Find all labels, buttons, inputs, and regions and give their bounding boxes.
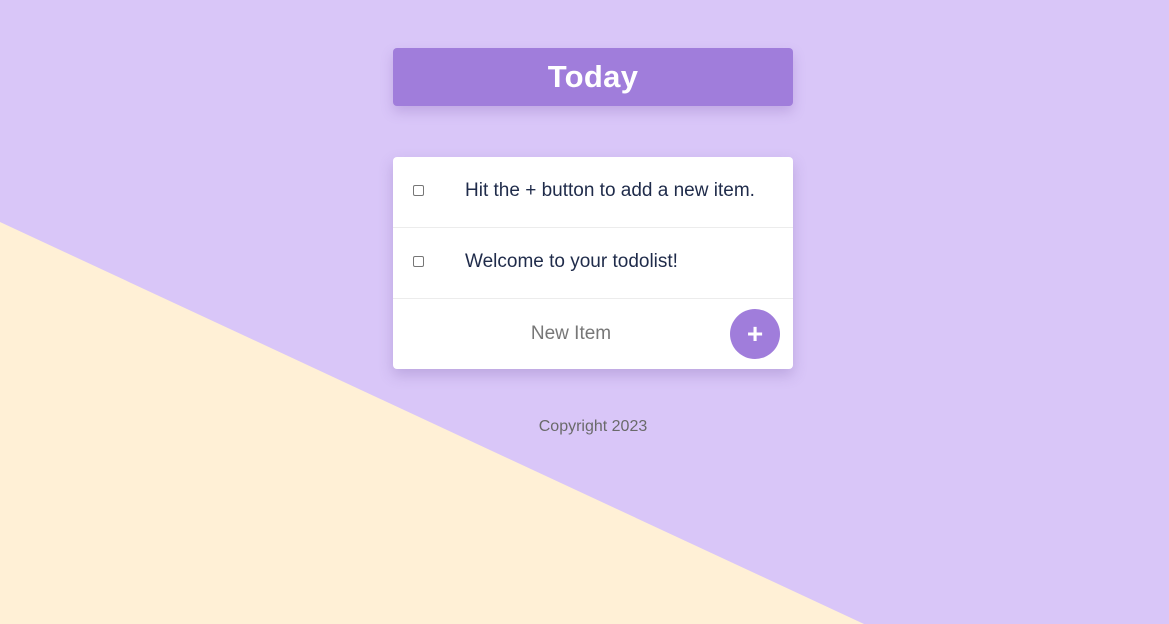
new-item-row: + [393, 299, 793, 369]
title-banner: Today [393, 48, 793, 106]
list-item: Welcome to your todolist! [393, 228, 793, 299]
item-text: Welcome to your todolist! [465, 251, 678, 272]
item-checkbox[interactable] [413, 256, 424, 267]
todo-list: Hit the + button to add a new item. Welc… [393, 157, 793, 369]
new-item-input[interactable] [393, 299, 749, 369]
page-title: Today [547, 59, 639, 94]
item-text: Hit the + button to add a new item. [465, 180, 755, 201]
copyright-footer: Copyright 2023 [538, 418, 648, 435]
item-checkbox[interactable] [413, 185, 424, 196]
add-item-button[interactable]: + [730, 309, 780, 359]
list-item: Hit the + button to add a new item. [393, 157, 793, 228]
